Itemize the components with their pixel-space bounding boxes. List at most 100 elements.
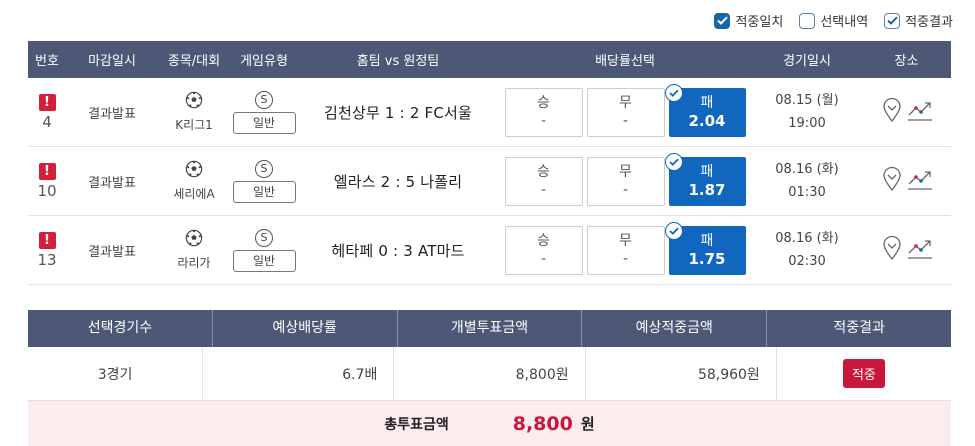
- alert-icon: !: [38, 93, 56, 111]
- expected-win-value: 58,960원: [586, 347, 777, 400]
- header-teams: 홈팀 vs 원정팀: [356, 54, 440, 69]
- trend-chart-icon[interactable]: [907, 236, 933, 264]
- location-pin-icon[interactable]: [881, 166, 903, 196]
- game-number: 10: [37, 181, 57, 200]
- odds-value: -: [622, 182, 629, 198]
- odds-value: 1.87: [688, 181, 726, 199]
- summary-header: 선택경기수 예상배당률 개별투표금액 예상적중금액 적중결과: [28, 310, 951, 347]
- filter-label: 적중결과: [905, 15, 953, 30]
- match-result: 헤타페 0 : 3 AT마드: [331, 241, 465, 260]
- bet-amount-value: 8,800원: [394, 347, 586, 400]
- odds-value: -: [622, 251, 629, 267]
- game-number: 13: [37, 250, 57, 269]
- odds-label: 무: [619, 95, 632, 111]
- checkbox-unchecked-icon[interactable]: [799, 12, 816, 29]
- odds-win-button[interactable]: 승 -: [504, 225, 583, 275]
- deadline: 결과발표: [88, 106, 136, 122]
- game-date: 08.15 (월): [775, 93, 839, 108]
- total-value: 8,800: [512, 412, 573, 435]
- header-result: 적중결과: [833, 320, 885, 336]
- header-place: 장소: [894, 54, 919, 69]
- odds-group: 승 - 무 - 패 1.87: [498, 152, 752, 206]
- odds-value: -: [540, 251, 547, 267]
- game-type-badge: 일반: [232, 180, 296, 203]
- game-number: 4: [42, 112, 52, 131]
- game-type-badge: 일반: [232, 249, 296, 272]
- header-league: 종목/대회: [167, 54, 221, 69]
- game-type-badge: 일반: [232, 111, 296, 134]
- odds-win-button[interactable]: 승 -: [504, 156, 583, 206]
- summary-row: 3경기 6.7배 8,800원 58,960원 적중: [28, 347, 951, 401]
- game-time: 19:00: [788, 116, 826, 131]
- game-mark-icon: S: [255, 90, 273, 109]
- total-label: 총투표금액: [384, 416, 449, 433]
- header-deadline: 마감일시: [88, 54, 136, 69]
- summary-table: 선택경기수 예상배당률 개별투표금액 예상적중금액 적중결과 3경기 6.7배 …: [28, 310, 951, 446]
- odds-label: 승: [537, 233, 550, 249]
- odds-label: 패: [700, 233, 714, 249]
- odds-label: 승: [537, 95, 550, 111]
- odds-value: -: [622, 113, 629, 129]
- odds-label: 승: [537, 164, 550, 180]
- soccer-ball-icon: [185, 160, 203, 182]
- deadline: 결과발표: [88, 175, 136, 191]
- match-result: 김천상무 1 : 2 FC서울: [323, 103, 473, 122]
- checkbox-check-icon[interactable]: [884, 12, 901, 29]
- alert-icon: !: [38, 231, 56, 249]
- location-pin-icon[interactable]: [881, 97, 903, 127]
- filter-label: 적중일치: [735, 15, 784, 30]
- league-name: K리그1: [175, 118, 213, 132]
- odds-label: 패: [700, 164, 714, 180]
- header-odds: 배당률선택: [595, 54, 655, 69]
- alert-icon: !: [38, 162, 56, 180]
- soccer-ball-icon: [185, 229, 203, 251]
- odds-win-button[interactable]: 승 -: [504, 87, 583, 137]
- deadline: 결과발표: [88, 244, 136, 260]
- game-date: 08.16 (화): [775, 231, 839, 246]
- filter-bar: 적중일치 선택내역 적중결과: [714, 11, 953, 30]
- game-mark-icon: S: [255, 228, 273, 247]
- hit-badge: 적중: [842, 359, 885, 388]
- odds-label: 패: [700, 95, 714, 111]
- table-row: ! 10 결과발표 세리에A S 일반 엘라스 2 : 5 나폴리 승 - 무 …: [28, 147, 951, 216]
- league-name: 라리가: [177, 256, 211, 270]
- selected-games-value: 3경기: [28, 347, 204, 400]
- location-pin-icon[interactable]: [881, 235, 903, 265]
- odds-lose-button[interactable]: 패 1.75: [664, 221, 746, 275]
- header-bet-amount: 개별투표금액: [398, 310, 583, 347]
- total-bet-bar: 총투표금액 8,800 원: [28, 401, 951, 446]
- game-mark-icon: S: [255, 159, 273, 178]
- check-circle-icon: [664, 83, 683, 102]
- filter-selection[interactable]: 선택내역: [799, 11, 868, 30]
- game-time: 01:30: [788, 185, 826, 200]
- soccer-ball-icon: [185, 91, 203, 113]
- odds-lose-button[interactable]: 패 2.04: [664, 83, 746, 137]
- table-row: ! 4 결과발표 K리그1 S 일반 김천상무 1 : 2 FC서울 승 - 무…: [28, 78, 951, 147]
- filter-result[interactable]: 적중결과: [884, 11, 953, 30]
- league-name: 세리에A: [173, 187, 215, 201]
- odds-lose-button[interactable]: 패 1.87: [664, 152, 746, 206]
- match-table: 번호 마감일시 종목/대회 게임유형 홈팀 vs 원정팀 배당률선택 경기일시 …: [28, 41, 951, 285]
- odds-draw-button[interactable]: 무 -: [586, 225, 665, 275]
- odds-value: 1.75: [688, 250, 726, 268]
- odds-draw-button[interactable]: 무 -: [586, 156, 665, 206]
- table-row: ! 13 결과발표 라리가 S 일반 헤타페 0 : 3 AT마드 승 - 무 …: [28, 216, 951, 285]
- odds-value: 2.04: [688, 112, 726, 130]
- odds-group: 승 - 무 - 패 2.04: [498, 83, 752, 137]
- odds-value: -: [540, 113, 547, 129]
- game-date: 08.16 (화): [775, 162, 839, 177]
- match-result: 엘라스 2 : 5 나폴리: [333, 172, 463, 191]
- result-cell: 적중: [777, 347, 951, 400]
- odds-value: -: [540, 182, 547, 198]
- game-time: 02:30: [788, 254, 826, 269]
- odds-label: 무: [619, 233, 632, 249]
- header-expected-odds: 예상배당률: [213, 310, 398, 347]
- filter-match[interactable]: 적중일치: [714, 11, 783, 30]
- checkbox-checked-icon[interactable]: [714, 12, 731, 29]
- odds-group: 승 - 무 - 패 1.75: [498, 221, 752, 275]
- filter-label: 선택내역: [820, 15, 869, 30]
- trend-chart-icon[interactable]: [907, 167, 933, 195]
- trend-chart-icon[interactable]: [907, 98, 933, 126]
- odds-draw-button[interactable]: 무 -: [586, 87, 665, 137]
- header-selected-games: 선택경기수: [28, 310, 213, 347]
